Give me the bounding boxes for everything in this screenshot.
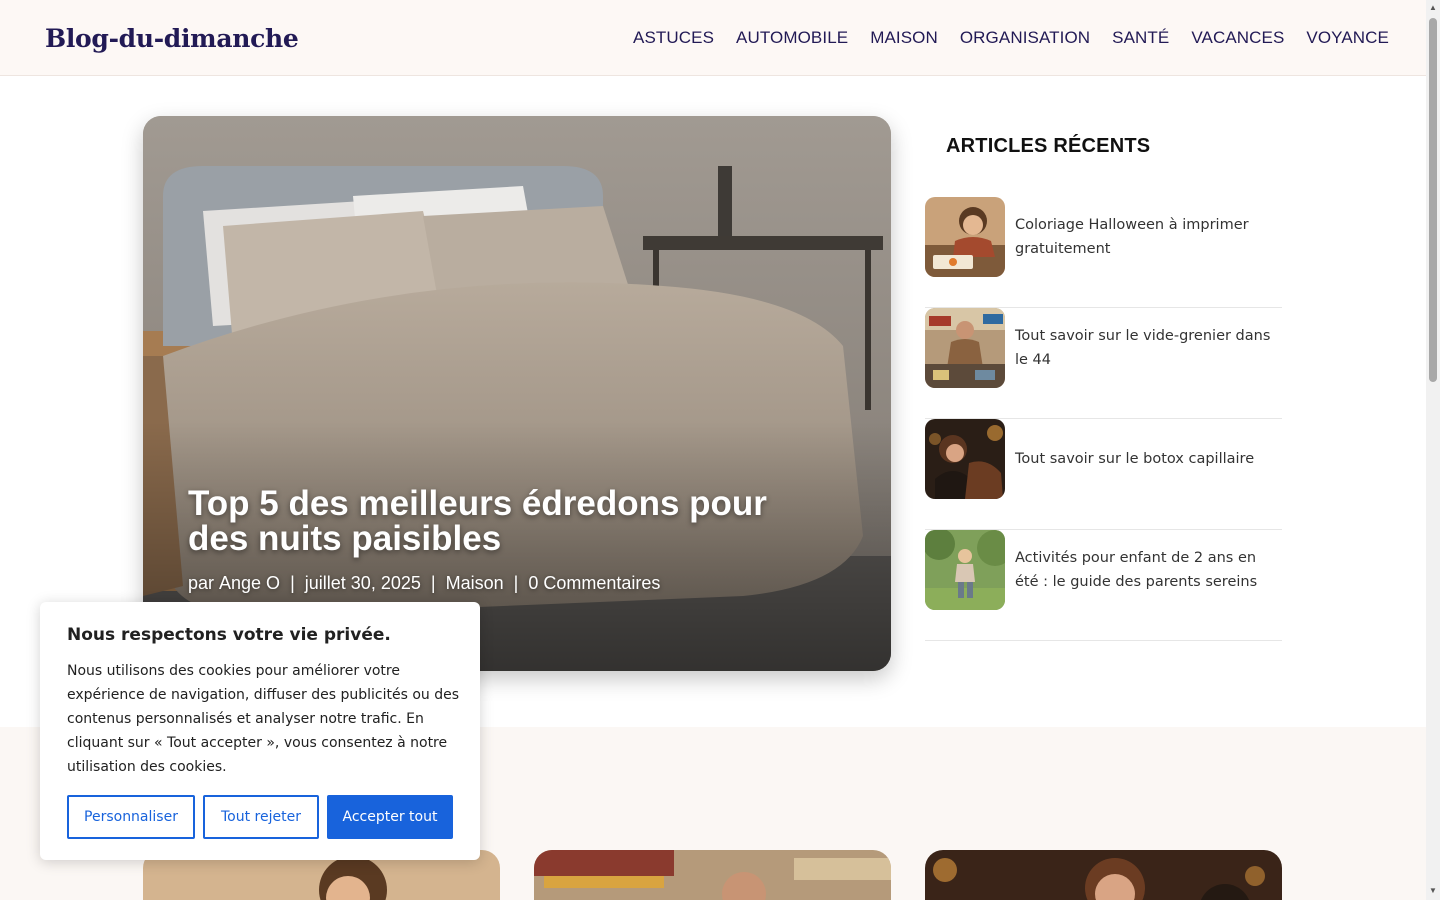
recent-article-thumbnail[interactable] (925, 197, 1005, 277)
recent-article-title[interactable]: Tout savoir sur le vide-grenier dans le … (1015, 308, 1282, 388)
cookie-consent-banner: Nous respectons votre vie privée. Nous u… (40, 602, 480, 860)
arrow-down-icon[interactable]: ▼ (1428, 886, 1438, 896)
arrow-up-icon[interactable]: ▲ (1428, 3, 1438, 13)
recent-article-item[interactable]: Tout savoir sur le botox capillaire (925, 419, 1282, 530)
meta-comments-link[interactable]: 0 Commentaires (528, 573, 660, 593)
recent-article-title[interactable]: Tout savoir sur le botox capillaire (1015, 419, 1282, 499)
recent-article-title[interactable]: Coloriage Halloween à imprimer gratuitem… (1015, 197, 1282, 277)
main-nav: ASTUCES AUTOMOBILE MAISON ORGANISATION S… (633, 28, 1389, 48)
nav-item-automobile[interactable]: AUTOMOBILE (736, 28, 848, 48)
recent-article-item[interactable]: Tout savoir sur le vide-grenier dans le … (925, 308, 1282, 419)
featured-article[interactable]: Top 5 des meilleurs édredons pour des nu… (143, 116, 891, 671)
meta-prefix: par (188, 573, 215, 593)
featured-article-title[interactable]: Top 5 des meilleurs édredons pour des nu… (188, 486, 828, 556)
meta-author-link[interactable]: Ange O (219, 573, 280, 593)
article-card-image (534, 850, 891, 900)
article-card[interactable] (534, 850, 891, 900)
meta-separator: | (290, 573, 295, 593)
meta-category-link[interactable]: Maison (446, 573, 504, 593)
recent-article-thumbnail[interactable] (925, 308, 1005, 388)
recent-article-thumbnail[interactable] (925, 530, 1005, 610)
meta-separator: | (513, 573, 519, 593)
cookie-description: Nous utilisons des cookies pour améliore… (67, 663, 459, 775)
site-header: Blog-du-dimanche ASTUCES AUTOMOBILE MAIS… (0, 0, 1426, 76)
scrollbar-thumb[interactable] (1429, 18, 1437, 382)
recent-article-title[interactable]: Activités pour enfant de 2 ans en été : … (1015, 530, 1282, 610)
nav-item-vacances[interactable]: VACANCES (1191, 28, 1284, 48)
nav-item-maison[interactable]: MAISON (870, 28, 938, 48)
recent-article-item[interactable]: Activités pour enfant de 2 ans en été : … (925, 530, 1282, 641)
nav-item-voyance[interactable]: VOYANCE (1306, 28, 1389, 48)
article-card-image (925, 850, 1282, 900)
page-scrollbar[interactable]: ▲ ▼ (1426, 0, 1440, 900)
featured-article-meta: par Ange O | juillet 30, 2025 | Maison | … (188, 573, 665, 594)
article-card[interactable] (925, 850, 1282, 900)
site-logo[interactable]: Blog-du-dimanche (45, 24, 299, 53)
meta-date: juillet 30, 2025 (304, 573, 421, 593)
cookie-title: Nous respectons votre vie privée. (67, 625, 391, 645)
recent-article-thumbnail[interactable] (925, 419, 1005, 499)
meta-separator: | (430, 573, 436, 593)
accept-all-button[interactable]: Accepter tout (327, 795, 453, 839)
nav-item-sante[interactable]: SANTÉ (1112, 28, 1169, 48)
customize-button[interactable]: Personnaliser (67, 795, 195, 839)
sidebar-title: ARTICLES RÉCENTS (946, 135, 1151, 157)
recent-article-item[interactable]: Coloriage Halloween à imprimer gratuitem… (925, 197, 1282, 308)
nav-item-astuces[interactable]: ASTUCES (633, 28, 714, 48)
nav-item-organisation[interactable]: ORGANISATION (960, 28, 1090, 48)
reject-all-button[interactable]: Tout rejeter (203, 795, 319, 839)
